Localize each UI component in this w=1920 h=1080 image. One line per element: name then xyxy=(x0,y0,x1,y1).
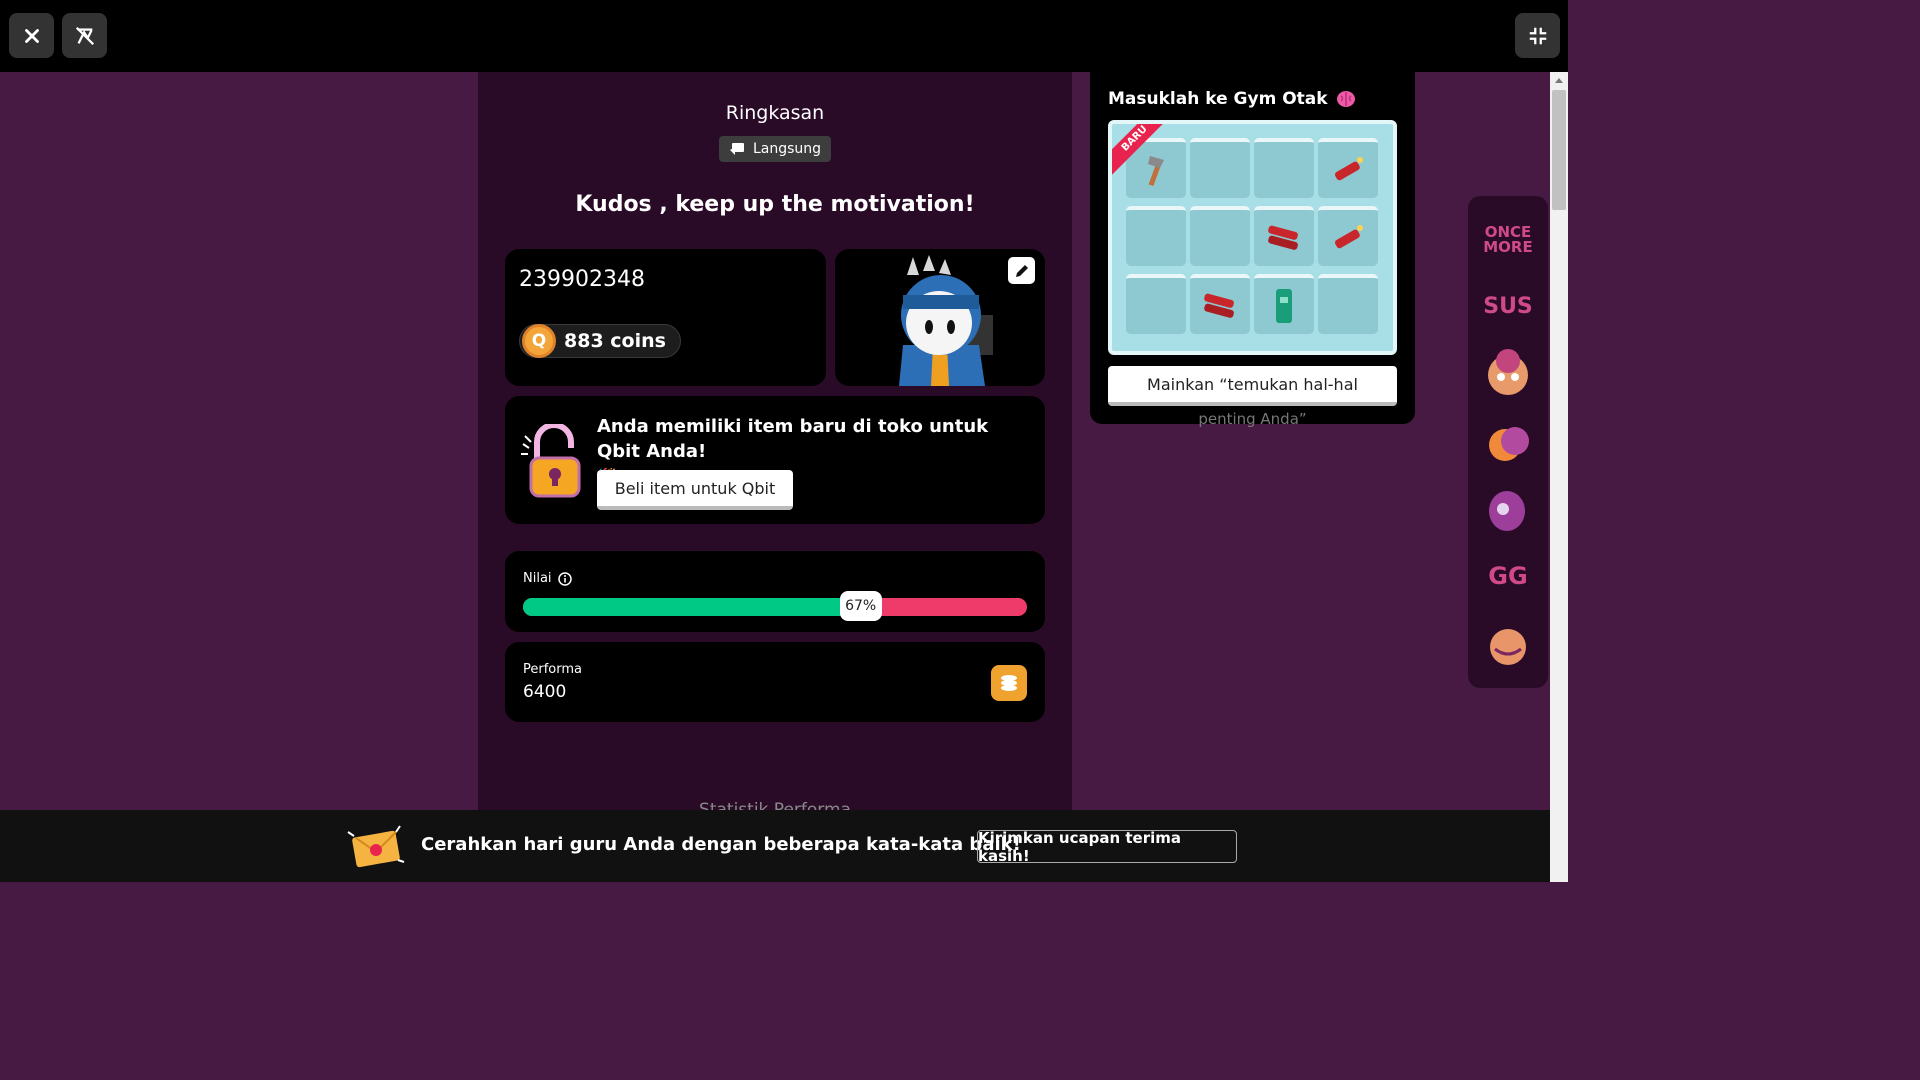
tile-flashlight xyxy=(1318,138,1378,198)
motivation-heading: Kudos , keep up the motivation! xyxy=(575,192,975,217)
music-off-icon xyxy=(75,26,94,45)
score-bar-correct xyxy=(523,598,861,616)
sticker-gg[interactable]: GG xyxy=(1480,548,1536,604)
tile-empty xyxy=(1190,138,1250,198)
sticker-mind-blown[interactable] xyxy=(1480,344,1536,400)
coins-label: 883 coins xyxy=(564,330,666,352)
shop-card: Anda memiliki item baru di toko untuk Qb… xyxy=(505,396,1045,524)
top-bar xyxy=(0,0,1568,72)
live-icon xyxy=(729,143,744,155)
tile-empty xyxy=(1254,138,1314,198)
send-thanks-button[interactable]: Kirimkan ucapan terima kasih! xyxy=(977,829,1237,865)
brain-gym-preview[interactable]: BARU xyxy=(1108,120,1397,355)
user-id: 239902348 xyxy=(519,267,645,292)
tile-dynamite xyxy=(1254,206,1314,266)
close-icon xyxy=(24,28,39,43)
mind-blown-icon xyxy=(1488,349,1528,395)
close-button[interactable] xyxy=(9,13,54,58)
tile-empty xyxy=(1126,206,1186,266)
sticker-sus[interactable]: SUS xyxy=(1480,278,1536,334)
performance-card: Performa 6400 xyxy=(505,642,1045,722)
brain-gym-title-text: Masuklah ke Gym Otak xyxy=(1108,89,1328,109)
brain-gym-panel: Masuklah ke Gym Otak BARU Mainkan “temuk… xyxy=(1090,72,1415,428)
speed-icon xyxy=(1489,427,1529,461)
brain-icon xyxy=(1336,91,1355,107)
sticker-rail: ONCE MORE SUS GG xyxy=(1468,196,1548,688)
tile-dynamite xyxy=(1190,274,1250,334)
live-mode-badge: Langsung xyxy=(719,136,831,162)
music-toggle-button[interactable] xyxy=(62,13,107,58)
coin-icon: Q xyxy=(522,324,556,358)
flashlight-icon xyxy=(1334,157,1363,181)
summary-title: Ringkasan xyxy=(725,102,825,124)
tile-empty xyxy=(1190,206,1250,266)
avatar xyxy=(899,255,993,386)
performance-label: Performa xyxy=(523,662,582,677)
score-label-row: Nilai xyxy=(523,571,572,586)
banner-message: Cerahkan hari guru Anda dengan beberapa … xyxy=(421,834,1021,855)
brain-gym-title: Masuklah ke Gym Otak xyxy=(1108,89,1356,109)
thank-teacher-banner: Cerahkan hari guru Anda dengan beberapa … xyxy=(0,810,1550,882)
page-scrollbar[interactable] xyxy=(1550,72,1568,882)
score-bar: 67% xyxy=(523,591,1027,621)
sticker-yummy[interactable] xyxy=(1480,616,1536,672)
shop-message-text: Anda memiliki item baru di toko untuk Qb… xyxy=(597,416,989,462)
tile-empty xyxy=(1126,274,1186,334)
scroll-up-arrow-icon[interactable] xyxy=(1555,78,1563,83)
envelope-heart-icon xyxy=(347,825,405,868)
avatar-card xyxy=(835,249,1045,386)
score-percent: 67% xyxy=(839,591,882,621)
scrollbar-thumb[interactable] xyxy=(1552,90,1566,210)
tile-flashlight xyxy=(1318,206,1378,266)
nerd-icon xyxy=(1489,491,1525,531)
edit-avatar-button[interactable] xyxy=(1008,257,1035,284)
exit-fullscreen-button[interactable] xyxy=(1515,13,1560,58)
coins-badge: Q 883 coins xyxy=(519,324,681,358)
axe-icon xyxy=(1148,156,1164,187)
soda-can-icon xyxy=(1276,289,1292,323)
summary-panel: Ringkasan Langsung Kudos , keep up the m… xyxy=(478,72,1072,882)
tile-empty xyxy=(1318,274,1378,334)
flashlight-icon xyxy=(1334,225,1363,249)
pencil-icon xyxy=(1015,264,1028,277)
play-brain-gym-button[interactable]: Mainkan “temukan hal-hal xyxy=(1108,366,1397,406)
sticker-speed[interactable] xyxy=(1480,414,1536,470)
sticker-once-more[interactable]: ONCE MORE xyxy=(1480,212,1536,268)
live-label: Langsung xyxy=(752,141,822,157)
play-button-overflow-text: penting Anda” xyxy=(1198,410,1307,428)
tile-can xyxy=(1254,274,1314,334)
unlock-icon xyxy=(521,424,581,498)
yummy-icon xyxy=(1490,629,1526,665)
coins-stack-icon xyxy=(991,665,1027,701)
dynamite-icon xyxy=(1268,225,1298,250)
dynamite-icon xyxy=(1204,293,1234,318)
score-card: Nilai 67% xyxy=(505,551,1045,632)
performance-value: 6400 xyxy=(523,682,567,702)
exit-fullscreen-icon xyxy=(1529,27,1546,44)
user-card: 239902348 Q 883 coins xyxy=(505,249,826,386)
info-icon[interactable] xyxy=(557,571,572,586)
buy-qbit-items-button[interactable]: Beli item untuk Qbit xyxy=(597,470,793,510)
score-label: Nilai xyxy=(523,571,552,586)
sticker-nerd[interactable] xyxy=(1480,482,1536,538)
